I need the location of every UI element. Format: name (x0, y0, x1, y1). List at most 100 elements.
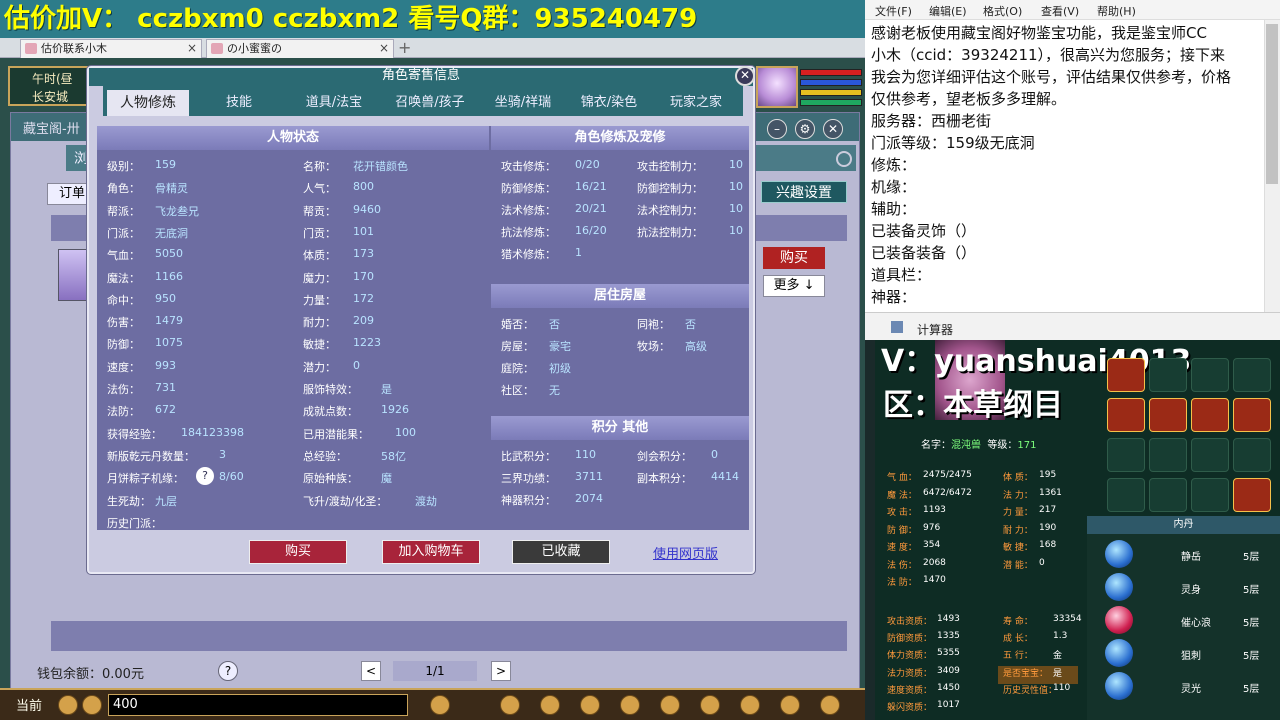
stat-value: 否 (685, 318, 696, 331)
tab-close-icon[interactable]: × (187, 40, 197, 57)
stat-row: 同袍： 否 (637, 316, 696, 332)
toolbar-icon[interactable] (780, 695, 800, 715)
skill-slot-icon[interactable] (1191, 398, 1229, 432)
menu-file[interactable]: 文件(F) (875, 3, 912, 19)
browser-tab-2[interactable]: の小蜜蜜の × (206, 39, 394, 58)
stat-value: 1926 (381, 403, 409, 417)
stat-value: 3711 (575, 470, 603, 483)
stat-key: 社区： (501, 384, 534, 397)
player-avatar[interactable] (756, 66, 798, 108)
mp-bar (800, 79, 862, 86)
inner-core-level: 5层 (1243, 552, 1260, 563)
toolbar-icon[interactable] (500, 695, 520, 715)
gear-icon[interactable]: ⚙ (795, 119, 815, 139)
pet-stat-row: 是否宝宝： 是 (1003, 666, 1062, 679)
stat-value: 101 (353, 224, 374, 238)
stat-row: 角色： 骨精灵 (107, 180, 188, 196)
stat-key: 获得经验： (107, 427, 162, 441)
chat-input[interactable]: 400 (108, 694, 408, 716)
inner-core-item[interactable]: 灵光 5层 (1101, 672, 1276, 702)
skill-slot-icon[interactable] (1107, 398, 1145, 432)
stat-value: 0/20 (575, 158, 600, 171)
toolbar-icon[interactable] (820, 695, 840, 715)
emoji-icon[interactable] (82, 695, 102, 715)
tab-mounts[interactable]: 坐骑/祥瑞 (481, 90, 565, 116)
close-icon[interactable]: ✕ (823, 119, 843, 139)
buy-button[interactable]: 购买 (249, 540, 347, 564)
notepad-scroll-thumb[interactable] (1266, 24, 1278, 184)
inner-core-item[interactable]: 催心浪 5层 (1101, 606, 1276, 636)
stat-value: 58亿 (381, 449, 406, 463)
browser-tab-1[interactable]: 估价联系小木 × (20, 39, 202, 58)
next-page-button[interactable]: > (491, 661, 511, 681)
pet-stat-key: 成 长： (1003, 634, 1033, 645)
tab-player-home[interactable]: 玩家之家 (653, 90, 739, 116)
skill-slot-icon[interactable] (1149, 398, 1187, 432)
toolbar-icon[interactable] (620, 695, 640, 715)
skill-slot-icon[interactable] (1233, 398, 1271, 432)
use-web-version-link[interactable]: 使用网页版 (653, 543, 718, 562)
skill-slot-icon[interactable] (1233, 478, 1271, 512)
new-tab-icon[interactable]: + (398, 38, 411, 57)
voice-icon[interactable] (58, 695, 78, 715)
pet-stat-value: 0 (1039, 557, 1045, 568)
inner-core-item[interactable]: 静岳 5层 (1101, 540, 1276, 570)
inner-core-item[interactable]: 狙刺 5层 (1101, 639, 1276, 669)
skill-slot-icon[interactable] (1149, 478, 1187, 512)
skill-slot-icon[interactable] (1191, 438, 1229, 472)
stat-value: 993 (155, 358, 176, 372)
skill-slot-icon[interactable] (1233, 438, 1271, 472)
tab-favicon-icon (25, 43, 37, 54)
stat-value: 否 (549, 318, 560, 331)
stat-row: 攻击控制力： 10 (637, 158, 743, 174)
stat-value: 1479 (155, 314, 183, 328)
skill-slot-icon[interactable] (1107, 358, 1145, 392)
more-button[interactable]: 更多 ↓ (763, 275, 825, 297)
menu-help[interactable]: 帮助(H) (1097, 3, 1136, 19)
toolbar-icon[interactable] (430, 695, 450, 715)
interest-settings-button[interactable]: 兴趣设置 (761, 181, 847, 203)
inner-core-item[interactable]: 灵身 5层 (1101, 573, 1276, 603)
tab-outfits[interactable]: 锦衣/染色 (569, 90, 649, 116)
toolbar-icon[interactable] (580, 695, 600, 715)
skill-slot-icon[interactable] (1107, 478, 1145, 512)
menu-edit[interactable]: 编辑(E) (929, 3, 967, 19)
wallet-balance: 钱包余额：0.00元 (37, 667, 144, 682)
minimize-icon[interactable]: – (767, 119, 787, 139)
toolbar-icon[interactable] (740, 695, 760, 715)
tab-role-cultivation[interactable]: 人物修炼 (107, 90, 189, 116)
menu-view[interactable]: 查看(V) (1041, 3, 1079, 19)
skill-slot-icon[interactable] (1233, 358, 1271, 392)
prev-page-button[interactable]: < (361, 661, 381, 681)
stat-key: 历史门派： (107, 516, 162, 530)
notepad-window: 文件(F) 编辑(E) 格式(O) 查看(V) 帮助(H) 感谢老板使用藏宝阁好… (865, 0, 1280, 312)
menu-format[interactable]: 格式(O) (983, 3, 1022, 19)
toolbar-icon[interactable] (660, 695, 680, 715)
stat-key: 伤害： (107, 316, 140, 330)
listing-buy-button[interactable]: 购买 (763, 247, 825, 269)
skill-slot-icon[interactable] (1191, 478, 1229, 512)
stat-key: 气血： (107, 249, 140, 263)
skill-slot-icon[interactable] (1107, 438, 1145, 472)
collected-button[interactable]: 已收藏 (512, 540, 610, 564)
stat-value: 159 (155, 158, 176, 171)
skill-slot-icon[interactable] (1191, 358, 1229, 392)
toolbar-icon[interactable] (540, 695, 560, 715)
toolbar-icon[interactable] (700, 695, 720, 715)
add-to-cart-button[interactable]: 加入购物车 (382, 540, 480, 564)
pet-level-key: 等级： (987, 440, 1018, 451)
tab-close-icon[interactable]: × (379, 40, 389, 57)
tab-pets[interactable]: 召唤兽/孩子 (383, 90, 477, 116)
notepad-text-area[interactable]: 感谢老板使用藏宝阁好物鉴宝功能，我是鉴宝师CC 小木（ccid：39324211… (871, 22, 1256, 308)
skill-slot-icon[interactable] (1149, 358, 1187, 392)
channel-label[interactable]: 当前 (16, 695, 42, 714)
tab-items[interactable]: 道具/法宝 (289, 90, 379, 116)
help-icon[interactable]: ? (196, 467, 214, 486)
dialog-close-icon[interactable]: ✕ (735, 66, 755, 86)
search-icon[interactable] (836, 151, 852, 167)
help-icon[interactable]: ? (218, 661, 238, 681)
skill-slot-icon[interactable] (1149, 438, 1187, 472)
stat-value: 110 (575, 448, 596, 461)
stat-value: 1223 (353, 336, 381, 350)
tab-skills[interactable]: 技能 (199, 90, 279, 116)
